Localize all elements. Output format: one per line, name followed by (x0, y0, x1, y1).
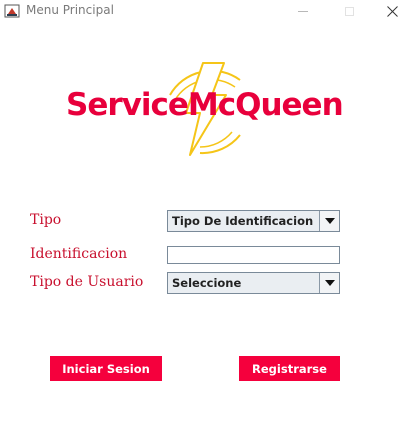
minimize-icon (298, 10, 308, 12)
identificacion-label: Identificacion (30, 246, 128, 262)
window-title: Menu Principal (26, 3, 114, 17)
tipo-select-arrow[interactable] (319, 211, 339, 231)
main-window: Menu Principal ServiceMcQueen Tipo Tipo … (0, 0, 413, 422)
tipo-usuario-select-value: Seleccione (172, 276, 242, 290)
close-icon (386, 5, 398, 17)
close-button[interactable] (372, 0, 412, 22)
title-bar[interactable]: Menu Principal (0, 0, 413, 22)
chevron-down-icon (324, 218, 335, 224)
register-button[interactable]: Registrarse (239, 356, 340, 381)
login-button[interactable]: Iniciar Sesion (50, 356, 162, 381)
identificacion-input[interactable] (167, 246, 340, 264)
tipo-select[interactable]: Tipo De Identificacion (167, 210, 340, 232)
java-cup-icon (4, 3, 20, 19)
logo-text: ServiceMcQueen (66, 87, 344, 123)
chevron-down-icon (324, 280, 335, 286)
maximize-icon (344, 6, 354, 16)
maximize-button[interactable] (329, 0, 369, 22)
tipo-usuario-select[interactable]: Seleccione (167, 272, 340, 294)
tipo-usuario-select-arrow[interactable] (319, 273, 339, 293)
minimize-button[interactable] (283, 0, 323, 22)
tipo-label: Tipo (30, 212, 62, 228)
tipo-usuario-label: Tipo de Usuario (30, 274, 144, 290)
tipo-select-value: Tipo De Identificacion (172, 214, 314, 228)
